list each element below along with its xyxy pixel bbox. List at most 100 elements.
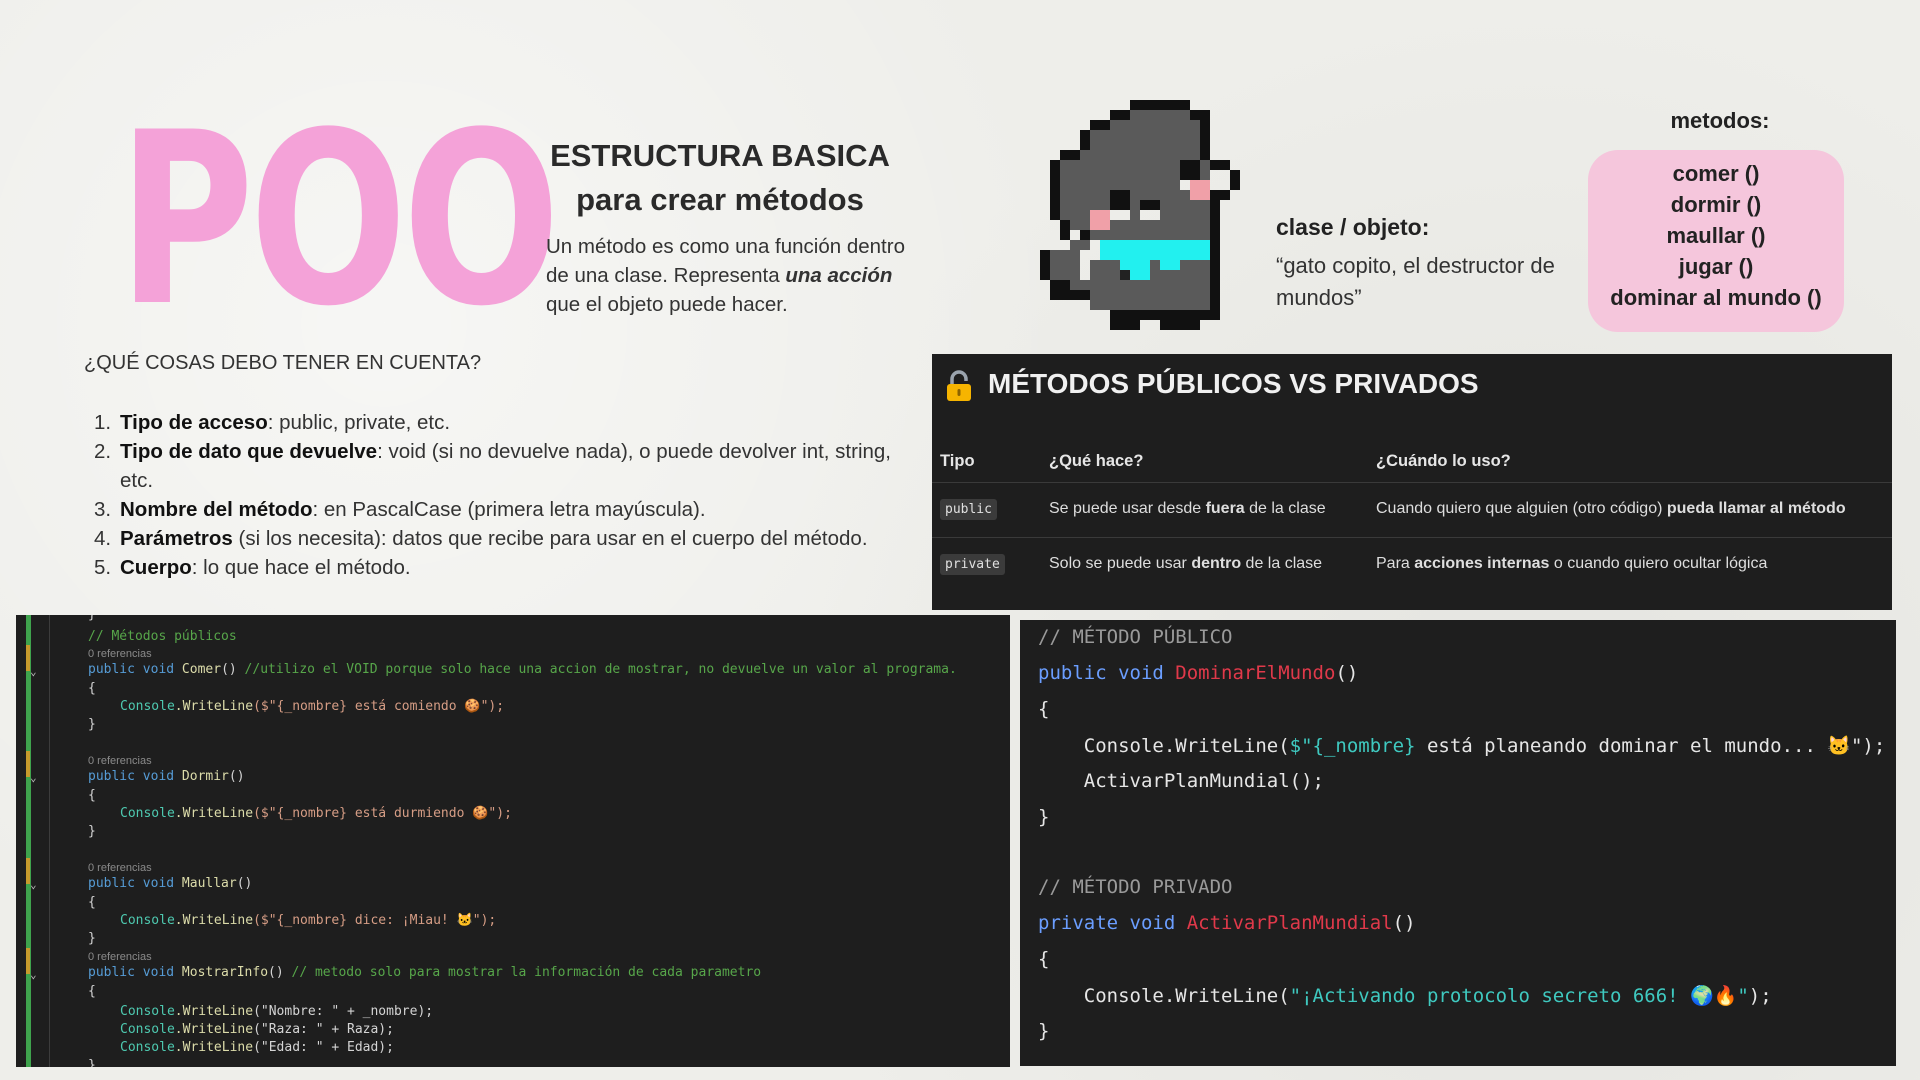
table-cell: Se puede usar desde fuera de la clase	[1049, 500, 1326, 518]
point-number: 1.	[94, 411, 112, 434]
class-label: clase / objeto:	[1276, 214, 1430, 240]
point-bold: Cuerpo	[120, 556, 192, 579]
heading-line-2: para crear métodos	[576, 182, 864, 217]
cell-text: de la clase	[1244, 500, 1326, 517]
table-cell: Solo se puede usar dentro de la clase	[1049, 555, 1322, 573]
code-line: ActivarPlanMundial();	[1038, 770, 1324, 792]
code-method: .WriteLine	[174, 699, 254, 714]
methods-comparison-table: MÉTODOS PÚBLICOS VS PRIVADOS Tipo ¿Qué h…	[932, 354, 1892, 610]
table-row: private Solo se puede usar dentro de la …	[932, 538, 1892, 592]
point-bold: Tipo de dato que devuelve	[120, 440, 378, 463]
code-method: .WriteLine	[174, 913, 254, 928]
fold-chevron-icon[interactable]: ⌄	[30, 878, 37, 891]
code-text: Console.WriteLine(	[1038, 985, 1290, 1007]
code-line: }	[88, 824, 96, 839]
intro-emphasis: una acción	[785, 264, 893, 287]
point-number: 3.	[94, 498, 112, 521]
intro-text: Un método es como una función dentro de …	[546, 232, 926, 319]
code-line: }	[1038, 1020, 1050, 1042]
code-line: Console.WriteLine("Nombre: " + _nombre);	[120, 1004, 433, 1019]
point-item: 2. Tipo de dato que devuelve: void (si no…	[94, 437, 894, 495]
code-class: Console	[120, 1022, 175, 1037]
code-comment: // Métodos públicos	[88, 629, 237, 644]
code-text: ()	[1392, 912, 1416, 934]
cell-text: o cuando quiero ocultar lógica	[1549, 555, 1768, 572]
code-line: }	[88, 717, 96, 732]
code-line: // MÉTODO PÚBLICO	[1038, 626, 1232, 648]
code-method: Comer	[181, 662, 222, 677]
code-line: Console.WriteLine($"{_nombre} dice: ¡Mia…	[120, 913, 496, 928]
code-line: public void DominarElMundo()	[1038, 662, 1358, 684]
code-text: ("Edad: " + Edad);	[253, 1040, 394, 1055]
poo-title: POO	[118, 82, 560, 359]
code-class: Console	[120, 1004, 175, 1019]
codelens-references[interactable]: 0 referencias	[88, 755, 152, 767]
point-item: 3. Nombre del método: en PascalCase (prim…	[94, 495, 894, 524]
code-text: ()	[268, 965, 292, 980]
code-comment: //utilizo el VOID porque solo hace una a…	[244, 662, 957, 677]
point-number: 5.	[94, 556, 112, 579]
code-method: .WriteLine	[174, 1022, 254, 1037]
code-line: {	[1038, 698, 1050, 720]
table-row: public Se puede usar desde fuera de la c…	[932, 482, 1892, 538]
code-string: ($"{_nombre} está durmiendo 🍪");	[253, 806, 512, 821]
code-line: Console.WriteLine("¡Activando protocolo …	[1038, 984, 1772, 1007]
point-bold: Parámetros	[120, 527, 233, 550]
code-text: ()	[228, 769, 253, 784]
point-text: : en PascalCase (primera letra mayúscula…	[312, 498, 706, 521]
cell-text: Se puede usar desde	[1049, 500, 1206, 517]
code-editor-left: ⌄ ⌄ ⌄ ⌄ } // Métodos públicos 0 referenc…	[16, 615, 1010, 1067]
point-item: 4. Parámetros (si los necesita): datos qu…	[94, 524, 894, 553]
table-header-tipo: Tipo	[940, 452, 975, 470]
structure-heading: ESTRUCTURA BASICA para crear métodos	[520, 134, 920, 222]
point-number: 2.	[94, 440, 112, 463]
code-class: Console	[120, 1040, 175, 1055]
method-item: maullar ()	[1666, 223, 1766, 248]
point-item: 1. Tipo de acceso: public, private, etc.	[94, 408, 894, 437]
fold-chevron-icon[interactable]: ⌄	[30, 968, 37, 981]
codelens-references[interactable]: 0 referencias	[88, 951, 152, 963]
fold-chevron-icon[interactable]: ⌄	[30, 665, 37, 678]
code-line: Console.WriteLine("Edad: " + Edad);	[120, 1040, 394, 1055]
point-bold: Tipo de acceso	[120, 411, 268, 434]
code-method: DominarElMundo	[1175, 662, 1336, 684]
code-text: ("Raza: " + Raza);	[253, 1022, 394, 1037]
codelens-references[interactable]: 0 referencias	[88, 862, 152, 874]
code-class: Console	[120, 806, 175, 821]
code-line: // MÉTODO PRIVADO	[1038, 876, 1232, 898]
class-description: “gato copito, el destructor de mundos”	[1276, 253, 1555, 310]
point-bold: Nombre del método	[120, 498, 313, 521]
code-line: Console.WriteLine("Raza: " + Raza);	[120, 1022, 394, 1037]
fold-chevron-icon[interactable]: ⌄	[30, 771, 37, 784]
question-heading: ¿QUÉ COSAS DEBO TENER EN CUENTA?	[84, 352, 482, 374]
code-line: {	[88, 984, 96, 999]
code-text: está planeando dominar el mundo... 🐱	[1415, 735, 1851, 757]
code-keyword: public void	[1038, 662, 1176, 684]
table-header-cuando: ¿Cuándo lo uso?	[1376, 452, 1511, 470]
code-line: }	[88, 1058, 96, 1067]
code-line: {	[88, 895, 96, 910]
point-text: : public, private, etc.	[267, 411, 451, 434]
code-method: Maullar	[181, 876, 237, 891]
code-line: }	[88, 931, 96, 946]
indent-guide	[49, 615, 50, 1067]
cell-text: Cuando quiero que alguien (otro código)	[1376, 500, 1667, 517]
code-keyword: public void	[88, 876, 182, 891]
code-line: {	[88, 788, 96, 803]
code-text: );	[1748, 985, 1772, 1007]
code-method: .WriteLine	[174, 1040, 254, 1055]
point-number: 4.	[94, 527, 112, 550]
access-badge: private	[940, 554, 1005, 575]
methods-list: comer () dormir () maullar () jugar () d…	[1588, 158, 1844, 313]
code-keyword: public void	[88, 662, 182, 677]
lock-icon	[947, 370, 971, 401]
code-method: .WriteLine	[174, 806, 254, 821]
cell-text: Solo se puede usar	[1049, 555, 1192, 572]
code-comment: // metodo solo para mostrar la informaci…	[291, 965, 762, 980]
code-string: "¡Activando protocolo secreto 666! 🌍🔥"	[1289, 985, 1749, 1007]
code-line: private void ActivarPlanMundial()	[1038, 912, 1416, 934]
table-title: MÉTODOS PÚBLICOS VS PRIVADOS	[988, 368, 1479, 399]
codelens-references[interactable]: 0 referencias	[88, 648, 152, 660]
code-keyword: private void	[1038, 912, 1187, 934]
code-text: ");	[1850, 735, 1886, 757]
